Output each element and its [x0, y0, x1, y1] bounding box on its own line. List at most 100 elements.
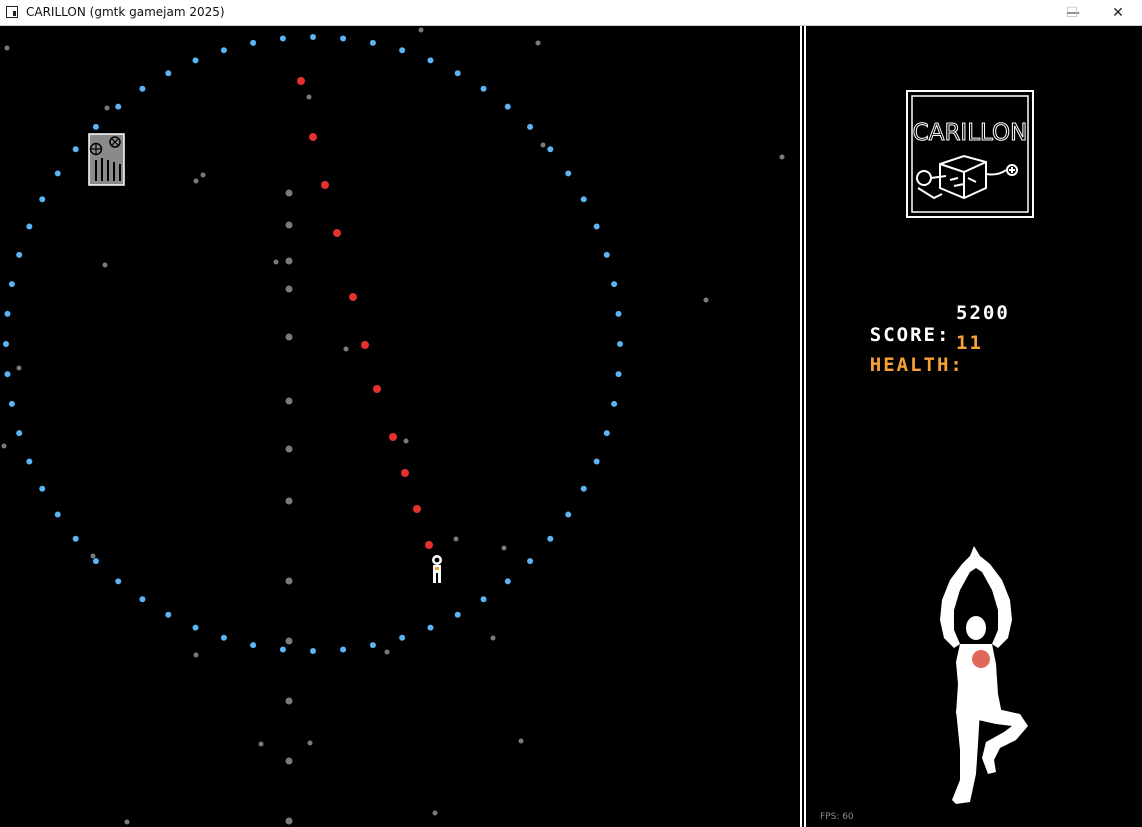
- column-dot: [285, 257, 293, 265]
- orbit-dot: [92, 558, 99, 565]
- orbit-dot: [454, 70, 461, 77]
- orbit-dot: [54, 511, 61, 518]
- star: [432, 810, 438, 816]
- column-dot: [285, 497, 293, 505]
- orbit-dot: [565, 511, 572, 518]
- orbit-dot: [603, 251, 610, 258]
- orbit-dot: [279, 35, 286, 42]
- orbit-dot: [593, 223, 600, 230]
- orbit-dot: [399, 47, 406, 54]
- star: [1, 443, 7, 449]
- orbit-dot: [615, 371, 622, 378]
- dancer-heart: [972, 650, 990, 668]
- orbit-dot: [165, 70, 172, 77]
- column-dot: [285, 189, 293, 197]
- star: [16, 365, 22, 371]
- column-dot: [285, 221, 293, 229]
- column-dot: [285, 397, 293, 405]
- orbit-dot: [504, 103, 511, 110]
- window-title: CARILLON (gmtk gamejam 2025): [26, 5, 225, 19]
- orbit-dot: [369, 39, 376, 46]
- close-button[interactable]: ✕: [1095, 0, 1141, 26]
- star: [102, 262, 108, 268]
- orbit-dot: [399, 634, 406, 641]
- orbit-dot: [454, 611, 461, 618]
- orbit-dot: [427, 57, 434, 64]
- orbit-dot: [310, 648, 316, 654]
- path-dot: [321, 181, 329, 189]
- health-display: HEALTH: 11: [816, 332, 981, 420]
- star: [535, 40, 541, 46]
- orbit-dot: [480, 85, 487, 92]
- title-bar: CARILLON (gmtk gamejam 2025) — ☐ ✕: [0, 0, 1142, 26]
- fps-counter: FPS: 60: [820, 812, 854, 822]
- vertical-dot-line: [285, 189, 293, 825]
- orbit-ring: [3, 34, 623, 654]
- orbit-dot: [8, 281, 15, 288]
- health-value: 11: [956, 332, 983, 354]
- orbit-dot: [611, 281, 618, 288]
- column-dot: [285, 637, 293, 645]
- orbit-dot: [593, 458, 600, 465]
- orbit-dot: [279, 646, 286, 653]
- column-dot: [285, 757, 293, 765]
- orbit-dot: [72, 535, 79, 542]
- orbit-dot: [8, 400, 15, 407]
- orbit-dot: [580, 196, 587, 203]
- orbit-dot: [617, 341, 623, 347]
- column-dot: [285, 285, 293, 293]
- path-dot: [401, 469, 409, 477]
- star: [540, 142, 546, 148]
- orbit-dot: [580, 485, 587, 492]
- orbit-dot: [250, 642, 257, 649]
- orbit-dot: [192, 57, 199, 64]
- star: [273, 259, 279, 265]
- orbit-dot: [220, 47, 227, 54]
- game-playfield[interactable]: [0, 26, 800, 827]
- star: [418, 27, 424, 33]
- maximize-button[interactable]: ☐: [1049, 0, 1095, 26]
- star: [490, 635, 496, 641]
- orbit-dot: [92, 123, 99, 130]
- orbit-dot: [4, 371, 11, 378]
- path-dot: [297, 77, 305, 85]
- enemy-path: [297, 77, 433, 549]
- path-dot: [373, 385, 381, 393]
- orbit-dot: [547, 535, 554, 542]
- orbit-dot: [527, 123, 534, 130]
- orbit-dot: [611, 400, 618, 407]
- logo-text: CARILLON: [913, 120, 1028, 146]
- orbit-dot: [527, 558, 534, 565]
- orbit-dot: [165, 611, 172, 618]
- star: [193, 178, 199, 184]
- orbit-dot: [26, 458, 33, 465]
- orbit-dot: [39, 485, 46, 492]
- star: [453, 536, 459, 542]
- orbit-dot: [480, 596, 487, 603]
- orbit-dot: [4, 310, 11, 317]
- dancer-figure: [940, 546, 1028, 804]
- star: [518, 738, 524, 744]
- star: [703, 297, 709, 303]
- orbit-dot: [16, 430, 23, 437]
- divider-left: [800, 26, 802, 827]
- star: [403, 438, 409, 444]
- column-dot: [285, 577, 293, 585]
- orbit-dot: [603, 430, 610, 437]
- star: [307, 740, 313, 746]
- orbit-dot: [369, 642, 376, 649]
- star: [124, 819, 130, 825]
- star: [193, 652, 199, 658]
- path-dot: [361, 341, 369, 349]
- orbit-dot: [16, 251, 23, 258]
- star: [4, 45, 10, 51]
- column-dot: [285, 817, 293, 825]
- orbit-dot: [220, 634, 227, 641]
- star: [501, 545, 507, 551]
- orbit-dot: [340, 646, 347, 653]
- orbit-dot: [3, 341, 9, 347]
- column-dot: [285, 697, 293, 705]
- orbit-dot: [139, 596, 146, 603]
- orbit-dot: [54, 170, 61, 177]
- orbit-dot: [547, 146, 554, 153]
